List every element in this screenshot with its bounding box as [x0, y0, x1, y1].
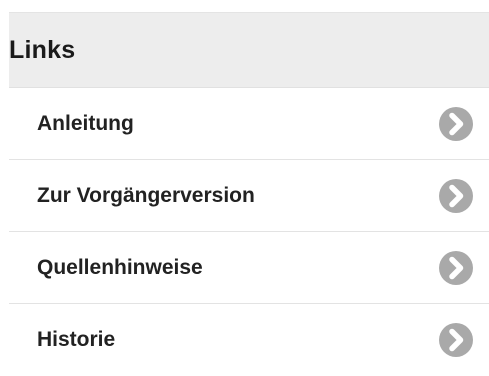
- link-label: Quellenhinweise: [37, 255, 203, 279]
- links-panel-header: Links: [9, 12, 489, 88]
- links-list: Anleitung Zur Vorgängerversion Quellenhi…: [9, 88, 489, 376]
- link-item-historie[interactable]: Historie: [9, 304, 489, 376]
- chevron-right-circle-icon: [439, 106, 473, 141]
- chevron-right-circle-icon: [439, 178, 473, 213]
- chevron-right-circle-icon: [439, 323, 473, 357]
- link-item-anleitung[interactable]: Anleitung: [9, 88, 489, 160]
- link-item-quellenhinweise[interactable]: Quellenhinweise: [9, 232, 489, 304]
- link-label: Historie: [37, 328, 116, 351]
- link-label: Zur Vorgängerversion: [37, 183, 255, 207]
- links-panel: Links Anleitung Zur Vorgängerversion Que…: [9, 12, 489, 376]
- chevron-right-circle-icon: [439, 250, 473, 285]
- link-item-zur-vorgaengerversion[interactable]: Zur Vorgängerversion: [9, 160, 489, 232]
- link-label: Anleitung: [37, 111, 134, 135]
- panel-title: Links: [9, 35, 76, 64]
